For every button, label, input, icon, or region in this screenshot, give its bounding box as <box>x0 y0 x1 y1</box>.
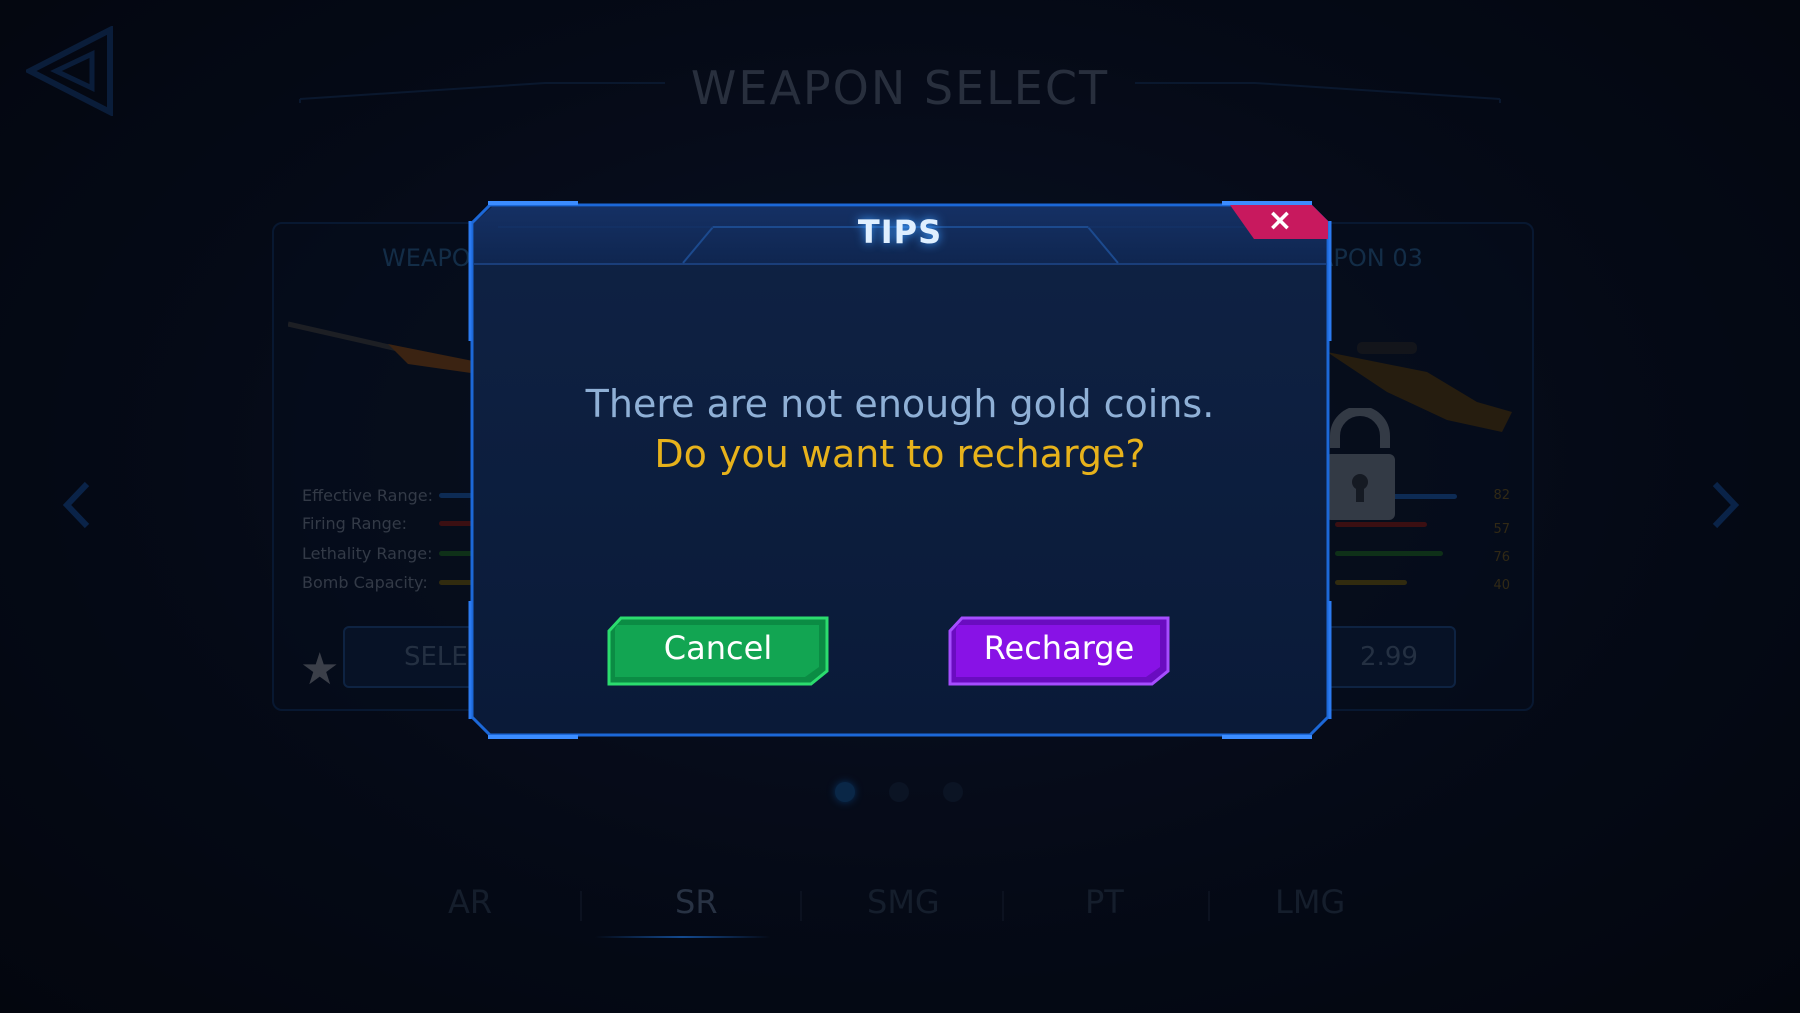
dialog-title: TIPS <box>857 213 943 251</box>
cancel-label: Cancel <box>663 629 773 667</box>
dialog-message: There are not enough gold coins. <box>585 382 1215 426</box>
recharge-button[interactable]: Recharge <box>946 615 1172 687</box>
cancel-button[interactable]: Cancel <box>605 615 831 687</box>
close-button[interactable]: × <box>1230 201 1330 243</box>
close-icon: × <box>1267 203 1293 238</box>
dialog-question: Do you want to recharge? <box>654 432 1146 476</box>
recharge-label: Recharge <box>983 629 1135 667</box>
tips-dialog: TIPS × There are not enough gold coins. … <box>468 201 1332 739</box>
